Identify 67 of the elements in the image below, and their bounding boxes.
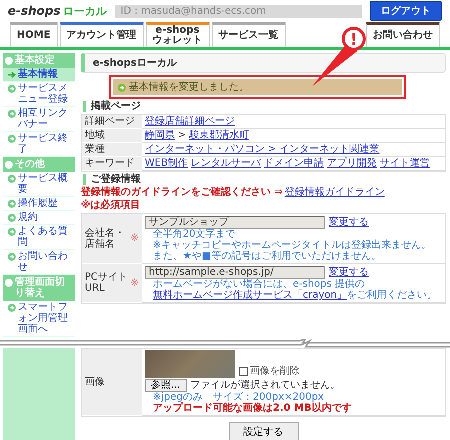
link[interactable]: WEB制作 <box>145 158 188 169</box>
sidebar-item[interactable]: お問い合わせ <box>3 250 75 275</box>
delete-image-checkbox[interactable]: 画像を削除 <box>239 364 300 378</box>
sidebar-item[interactable]: サービス概要 <box>3 172 75 197</box>
hint-text: 全半角20文字まで <box>152 229 237 240</box>
sidebar-item[interactable]: よくある質問 <box>3 225 75 250</box>
sidebar-item[interactable]: 相互リンクバナー <box>3 107 75 132</box>
logout-button[interactable]: ログアウト <box>370 1 442 21</box>
guide-link[interactable]: 登録情報ガイドライン <box>284 187 385 198</box>
hint-text: 無料ホームページ作成サービス「crayon」をご利用ください。 <box>152 290 438 301</box>
success-message: 基本情報を変更しました。 <box>109 75 406 99</box>
arrow-icon <box>8 71 16 79</box>
logo-subtitle: ローカル <box>62 4 107 18</box>
required-mark: ※ <box>130 233 139 244</box>
account-id-field: ID : masuda@hands-ecs.com <box>114 4 362 18</box>
file-status: ファイルが選択されていません。 <box>190 379 341 392</box>
table-header-cell: キーワード <box>82 157 142 171</box>
separator-text: > <box>178 130 186 141</box>
sidebar-item[interactable]: 操作履歴 <box>3 197 75 211</box>
link[interactable]: インターネット・パソコン > インターネット関連業 <box>145 144 380 155</box>
link[interactable]: 駿東郡清水町 <box>189 130 250 141</box>
table-header-cell: 地域 <box>82 129 142 143</box>
section-heading: ご登録情報 <box>83 174 446 185</box>
logo-text: e-shops <box>8 4 61 18</box>
nav-tab[interactable]: e-shops ウォレット <box>146 22 210 47</box>
link[interactable]: サイト運営 <box>380 158 430 169</box>
nav-tab[interactable]: お問い合わせ <box>366 22 440 47</box>
sidebar-heading: 基本設定 <box>15 55 55 66</box>
warning-text: アップロード可能な画像は2.0 MB以内です <box>152 403 353 414</box>
hint-text: ※キャッチコピーやホームページタイトルは登録出来ません。 <box>152 240 432 251</box>
hint-text: また、★や■等の記号はご利用でいただけません。 <box>152 251 382 262</box>
table-header-cell: 業種 <box>82 143 142 157</box>
sidebar-item[interactable]: サービス終了 <box>3 132 75 157</box>
required-mark: ※ <box>130 278 139 288</box>
required-note: ※は必須項目 <box>81 200 142 211</box>
callout-badge: ! <box>342 27 366 51</box>
hint-text: ※jpegのみ サイズ：200px×200px <box>152 392 324 403</box>
link[interactable]: 登録店舗詳細ページ <box>145 116 235 127</box>
sidebar-heading: 管理画面切り替え <box>15 277 66 299</box>
page-title: e-shopsローカル <box>81 53 446 73</box>
link[interactable]: アプリ開発 <box>327 158 378 169</box>
browse-button[interactable]: 参照... <box>145 378 187 392</box>
link[interactable]: ドメイン申請 <box>264 158 324 169</box>
sidebar-item[interactable]: 規約 <box>3 211 75 225</box>
sidebar-item[interactable]: スマートフォン用管理画面へ <box>3 301 75 337</box>
guide-text: 登録情報のガイドラインをご確認ください ⇒ <box>81 187 283 198</box>
link[interactable]: 静岡県 <box>145 130 175 141</box>
section-heading: 掲載ページ <box>83 101 446 112</box>
nav-tab[interactable]: サービス一覧 <box>212 22 286 47</box>
text-field[interactable]: http://sample.e-shops.jp/ <box>145 266 325 278</box>
submit-button[interactable]: 設定する <box>228 422 298 440</box>
text-field[interactable]: サンプルショップ <box>145 216 325 228</box>
callout-pointer-drawing <box>310 45 360 89</box>
table-header-cell: 詳細ページ <box>82 115 142 129</box>
field-label: PCサイトURL <box>85 272 129 294</box>
sidebar-item[interactable]: サービスメニュー登録 <box>3 82 75 107</box>
sidebar-item[interactable]: 基本情報 <box>3 68 75 82</box>
sidebar-heading: その他 <box>15 159 45 170</box>
hint-text: ホームページがない場合には、e-shops 提供の <box>152 279 366 290</box>
table-header-cell: 画像 <box>82 349 142 416</box>
link[interactable]: 無料ホームページ作成サービス「crayon」 <box>153 290 348 301</box>
link[interactable]: レンタルサーバ <box>191 158 262 169</box>
change-link[interactable]: 変更する <box>329 215 369 229</box>
nav-tab[interactable]: アカウント管理 <box>60 22 144 47</box>
field-label: 会社名・店舗名 <box>85 228 126 250</box>
nav-tab[interactable]: HOME <box>10 22 58 47</box>
change-link[interactable]: 変更する <box>329 265 369 279</box>
